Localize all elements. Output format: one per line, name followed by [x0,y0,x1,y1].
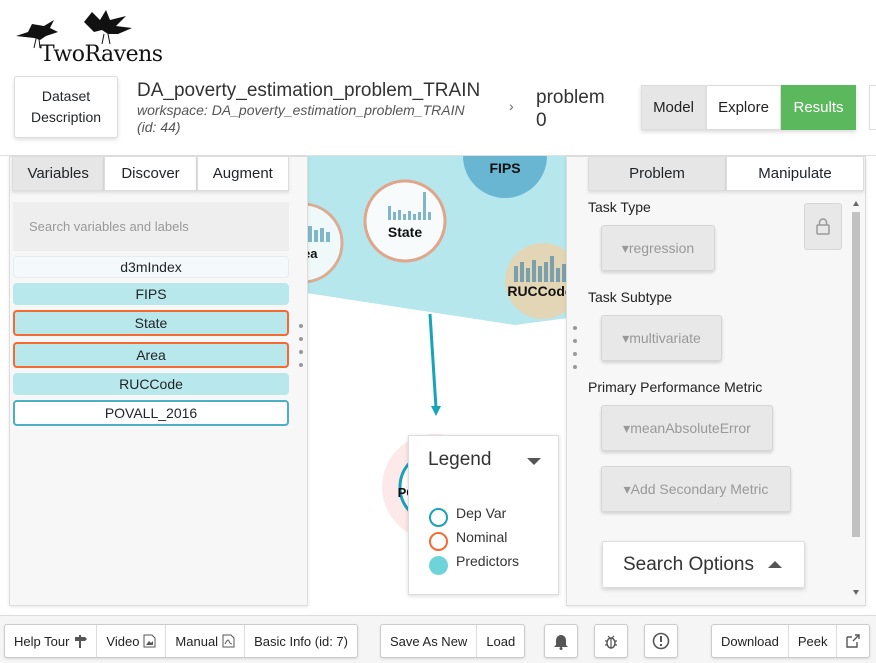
nominal-swatch-icon [429,532,448,551]
export-group: Download Peek [711,624,871,658]
legend-label-nominal: Nominal [456,528,508,545]
signpost-icon [75,635,88,648]
legend-label-predictors: Predictors [456,552,520,569]
problem-name: problem 0 [536,87,605,131]
search-options-label: Search Options [623,553,754,575]
breadcrumb-separator: › [509,98,514,114]
left-panel-resize-handle[interactable] [299,324,303,376]
scroll-up-arrow[interactable] [853,201,859,206]
alerts-button[interactable] [644,624,678,658]
mode-results-button[interactable]: Results [781,85,856,130]
external-link-icon [846,634,861,648]
scroll-down-arrow[interactable] [853,590,859,595]
right-tabs: Problem Manipulate [588,156,864,191]
edge-arrow [428,313,438,409]
workspace-label: workspace: DA_poverty_estimation_problem… [137,102,465,135]
left-tabs: Variables Discover Augment [12,156,289,191]
variable-item-d3mindex[interactable]: d3mIndex [13,256,289,278]
add-secondary-metric-dropdown[interactable]: ▾Add Secondary Metric [601,466,791,512]
manual-label: Manual [175,633,219,649]
bug-report-button[interactable] [594,624,628,658]
basic-info-button[interactable]: Basic Info (id: 7) [245,625,357,657]
save-group: Save As New Load [380,624,526,658]
legend-item-nominal: Nominal [429,528,508,551]
performance-metric-dropdown[interactable]: ▾meanAbsoluteError [601,405,773,451]
right-panel-scrollbar[interactable] [852,212,860,537]
task-subtype-label: Task Subtype [588,289,673,305]
variable-item-povall-2016[interactable]: POVALL_2016 [13,400,289,426]
help-group: Help Tour Video Manual Basic Info (id: 7… [4,624,358,658]
mode-model-button[interactable]: Model [641,85,706,130]
alert-icon [652,632,670,650]
image-file-icon [143,634,156,648]
variable-item-area[interactable]: Area [13,342,289,368]
tab-manipulate[interactable]: Manipulate [726,156,864,191]
task-type-dropdown[interactable]: ▾regression [601,225,715,271]
video-label: Video [106,633,140,649]
legend-item-dep-var: Dep Var [429,504,507,527]
tab-augment[interactable]: Augment [196,156,289,191]
caret-up-icon [767,561,782,568]
download-button[interactable]: Download [712,625,789,657]
variable-item-state[interactable]: State [13,310,289,336]
performance-metric-label: Primary Performance Metric [588,379,763,395]
lock-icon [816,218,830,235]
mode-explore-button[interactable]: Explore [706,85,781,130]
pdf-file-icon [222,634,235,648]
manual-button[interactable]: Manual [166,625,246,657]
bug-icon [605,635,617,649]
legend-item-predictors: Predictors [429,552,520,575]
problem-title: DA_poverty_estimation_problem_TRAIN [137,80,481,101]
legend-label-dep-var: Dep Var [456,504,507,521]
help-tour-label: Help Tour [14,633,70,649]
help-tour-button[interactable]: Help Tour [5,625,98,657]
node-ruccode-label: RUCCode [507,283,573,299]
search-options-toggle[interactable]: Search Options [602,541,805,588]
edge-arrowhead [431,406,441,416]
tab-variables[interactable]: Variables [12,156,105,191]
lock-button[interactable] [804,203,842,250]
legend-title: Legend [428,449,492,470]
dep-var-swatch-icon [429,508,448,527]
node-state [363,179,447,263]
tab-problem[interactable]: Problem [588,156,726,191]
dataset-description-button[interactable]: Dataset Description [14,76,118,138]
legend-panel: Legend Dep Var Nominal Predictors [408,435,559,595]
task-subtype-dropdown[interactable]: ▾multivariate [601,315,722,361]
notifications-button[interactable] [544,624,578,658]
bell-icon [554,634,568,650]
open-external-button[interactable] [837,625,869,657]
variable-item-fips[interactable]: FIPS [13,283,289,305]
video-button[interactable]: Video [97,625,167,657]
predictors-swatch-icon [429,556,448,575]
load-button[interactable]: Load [477,625,524,657]
app-name: TwoRavens [40,42,163,67]
save-as-new-button[interactable]: Save As New [381,625,478,657]
node-fips-label: FIPS [489,160,520,176]
variable-search-input[interactable]: Search variables and labels [13,202,289,251]
node-state-label: State [388,224,422,240]
legend-collapse-icon[interactable] [527,458,541,465]
tab-discover[interactable]: Discover [104,156,197,191]
mode-switcher: Model Explore Results [641,85,856,130]
task-type-label: Task Type [588,199,651,215]
overflow-button[interactable] [869,85,876,130]
variable-item-ruccode[interactable]: RUCCode [13,373,289,395]
right-panel-resize-handle[interactable] [573,326,577,378]
peek-button[interactable]: Peek [789,625,838,657]
